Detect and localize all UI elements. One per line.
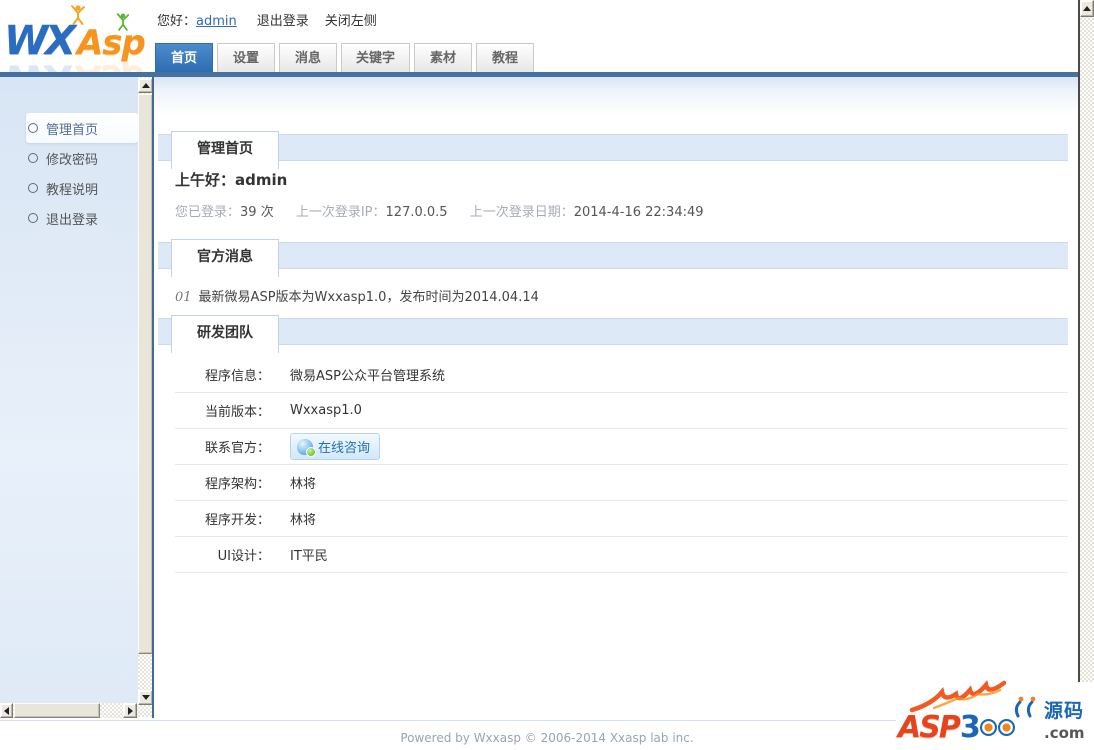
tab-keywords[interactable]: 关键字 bbox=[341, 43, 410, 72]
sidebar-item-admin-home[interactable]: 管理首页 bbox=[26, 113, 138, 143]
sidebar-vertical-scrollbar[interactable] bbox=[138, 77, 153, 717]
row-label: 程序开发： bbox=[175, 509, 270, 528]
asp300-text: ASP3 bbox=[898, 710, 1015, 745]
login-stats: 您已登录：39 次 上一次登录IP：127.0.0.5 上一次登录日期：2014… bbox=[175, 201, 722, 220]
tab-home[interactable]: 首页 bbox=[155, 43, 213, 72]
scroll-up-button[interactable] bbox=[138, 78, 153, 93]
sidebar-item-change-password[interactable]: 修改密码 bbox=[26, 143, 138, 173]
sidebar: 管理首页 修改密码 教程说明 退出登录 bbox=[0, 77, 153, 718]
section-title: 研发团队 bbox=[171, 315, 279, 353]
section-header-official-news: 官方消息 bbox=[158, 242, 1068, 269]
tab-tutorial[interactable]: 教程 bbox=[476, 43, 534, 72]
arrow-up-icon bbox=[1083, 6, 1091, 11]
three-text: 3 bbox=[960, 710, 979, 745]
scroll-thumb[interactable] bbox=[14, 703, 100, 718]
section-title: 管理首页 bbox=[171, 131, 279, 169]
main-content: 管理首页 上午好：admin 您已登录：39 次 上一次登录IP：127.0.0… bbox=[152, 77, 1078, 718]
swirl-icon bbox=[1012, 696, 1042, 722]
section-header-admin-home: 管理首页 bbox=[158, 134, 1068, 161]
scroll-thumb[interactable] bbox=[138, 94, 153, 654]
last-login-date: 上一次登录日期：2014-4-16 22:34:49 bbox=[470, 205, 704, 220]
sidebar-item-label: 退出登录 bbox=[46, 209, 98, 228]
sidebar-item-label: 教程说明 bbox=[46, 179, 98, 198]
sidebar-horizontal-scrollbar[interactable] bbox=[0, 703, 138, 718]
admin-page: { "colors": { "accent_blue": "#2e6cb2", … bbox=[0, 0, 1094, 750]
logo-wx-text: WX bbox=[4, 18, 73, 64]
row-label: 程序信息： bbox=[175, 365, 270, 384]
scroll-down-button[interactable] bbox=[138, 690, 153, 705]
climber-icon-orange bbox=[70, 4, 86, 30]
team-info-table: 程序信息： 微易ASP公众平台管理系统 当前版本： Wxxasp1.0 联系官方… bbox=[175, 357, 1068, 573]
row-label: 联系官方： bbox=[175, 437, 270, 456]
consult-label: 在线咨询 bbox=[318, 437, 370, 456]
greeting-bar: 您好：admin 退出登录 关闭左侧 bbox=[157, 10, 393, 29]
asp300-watermark: ASP3 源码 .com bbox=[896, 682, 1094, 750]
sidebar-item-label: 修改密码 bbox=[46, 149, 98, 168]
row-label: 当前版本： bbox=[175, 401, 270, 420]
qq-status-icon bbox=[297, 439, 313, 455]
arrow-down-icon bbox=[142, 695, 150, 700]
main-tabs: 首页 设置 消息 关键字 素材 教程 bbox=[155, 43, 538, 72]
sidebar-item-logout[interactable]: 退出登录 bbox=[26, 203, 138, 233]
table-row: 程序信息： 微易ASP公众平台管理系统 bbox=[175, 357, 1068, 393]
news-index: 01 bbox=[175, 290, 192, 305]
arrow-right-icon bbox=[128, 707, 133, 715]
scroll-right-button[interactable] bbox=[123, 703, 137, 718]
table-row: 程序开发： 林将 bbox=[175, 501, 1068, 537]
radio-circle-icon bbox=[28, 183, 38, 193]
row-value: 林将 bbox=[290, 509, 316, 528]
table-row: 联系官方： 在线咨询 bbox=[175, 429, 1068, 465]
sidebar-item-tutorial[interactable]: 教程说明 bbox=[26, 173, 138, 203]
row-value: Wxxasp1.0 bbox=[290, 403, 362, 418]
close-left-link[interactable]: 关闭左侧 bbox=[325, 14, 377, 29]
sidebar-panel: 管理首页 修改密码 教程说明 退出登录 bbox=[0, 77, 138, 703]
climber-icon-green bbox=[116, 12, 130, 36]
row-value: IT平民 bbox=[290, 545, 328, 564]
radio-circle-icon bbox=[28, 153, 38, 163]
scroll-up-button[interactable] bbox=[1080, 0, 1094, 17]
table-row: 程序架构： 林将 bbox=[175, 465, 1068, 501]
last-login-ip: 上一次登录IP：127.0.0.5 bbox=[296, 205, 448, 220]
row-label: 程序架构： bbox=[175, 473, 270, 492]
zero-glyph bbox=[980, 719, 997, 736]
section-header-dev-team: 研发团队 bbox=[158, 318, 1068, 345]
top-header: WXAsp WXAsp 您好：admin 退出登录 关闭左侧 首页 设置 消息 关键… bbox=[0, 0, 1094, 72]
page-vertical-scrollbar[interactable] bbox=[1078, 0, 1094, 750]
logo: WXAsp WXAsp bbox=[4, 4, 154, 72]
row-value: 在线咨询 bbox=[290, 433, 380, 460]
news-text: 最新微易ASP版本为Wxxasp1.0，发布时间为2014.04.14 bbox=[199, 290, 539, 305]
sidebar-menu: 管理首页 修改密码 教程说明 退出登录 bbox=[0, 113, 138, 233]
arrow-up-icon bbox=[142, 83, 150, 88]
online-consult-button[interactable]: 在线咨询 bbox=[290, 433, 380, 460]
news-item: 01 最新微易ASP版本为Wxxasp1.0，发布时间为2014.04.14 bbox=[175, 286, 539, 305]
logo-asp-text: Asp bbox=[77, 23, 145, 63]
welcome-greeting: 上午好：admin bbox=[175, 169, 287, 190]
row-value: 微易ASP公众平台管理系统 bbox=[290, 365, 445, 384]
radio-circle-icon bbox=[28, 123, 38, 133]
section-title: 官方消息 bbox=[171, 239, 279, 277]
greeting-label: 您好： bbox=[157, 14, 196, 29]
table-row: 当前版本： Wxxasp1.0 bbox=[175, 393, 1068, 429]
arrow-left-icon bbox=[4, 707, 9, 715]
yuanma-com-text: 源码 .com bbox=[1044, 696, 1085, 742]
com-text: .com bbox=[1044, 724, 1085, 742]
tab-messages[interactable]: 消息 bbox=[279, 43, 337, 72]
tab-settings[interactable]: 设置 bbox=[217, 43, 275, 72]
sidebar-item-label: 管理首页 bbox=[46, 119, 98, 138]
row-label: UI设计： bbox=[175, 545, 270, 564]
asp-text: ASP bbox=[898, 710, 959, 745]
scroll-left-button[interactable] bbox=[0, 703, 13, 718]
yuanma-text: 源码 bbox=[1044, 700, 1084, 722]
logout-link[interactable]: 退出登录 bbox=[257, 14, 309, 29]
tab-material[interactable]: 素材 bbox=[414, 43, 472, 72]
row-value: 林将 bbox=[290, 473, 316, 492]
table-row: UI设计： IT平民 bbox=[175, 537, 1068, 573]
login-count: 您已登录：39 次 bbox=[175, 205, 274, 220]
radio-circle-icon bbox=[28, 213, 38, 223]
username-link[interactable]: admin bbox=[196, 14, 237, 29]
